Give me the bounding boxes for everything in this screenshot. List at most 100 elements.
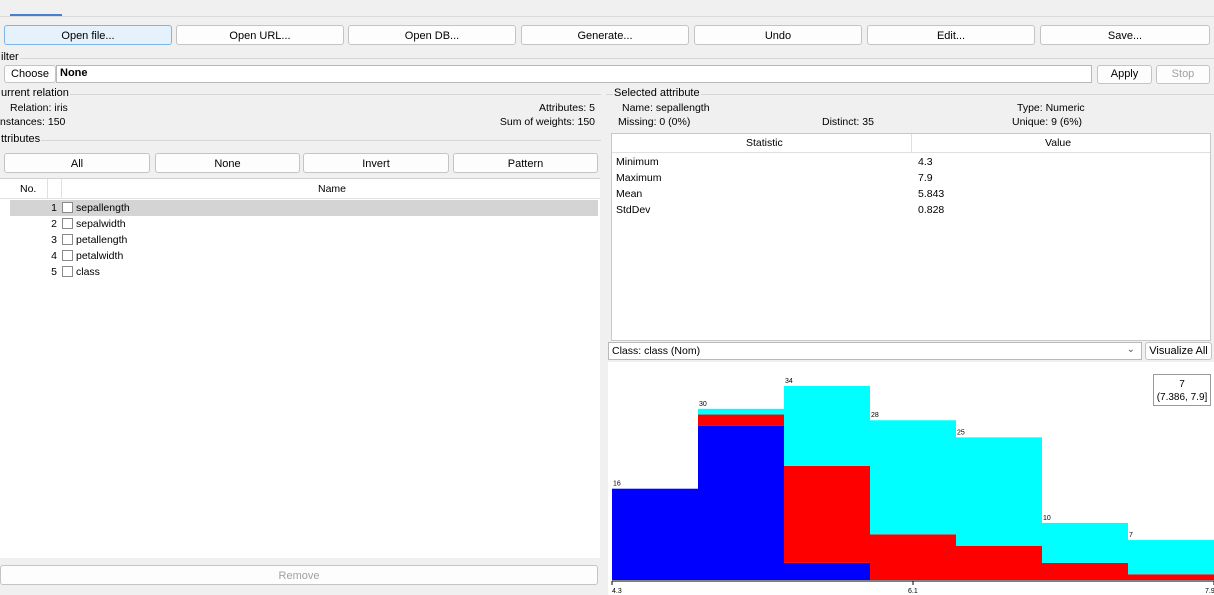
attr-missing-label: Missing: 0 (0%) — [618, 116, 691, 128]
bar-count-label: 16 — [613, 481, 621, 488]
attribute-name: class — [76, 266, 100, 278]
attribute-checkbox[interactable] — [62, 250, 73, 261]
x-axis-tick-label: 4.3 — [612, 588, 622, 595]
save-button[interactable]: Save... — [1040, 25, 1210, 45]
visualize-all-button[interactable]: Visualize All — [1145, 342, 1212, 360]
attribute-no: 3 — [51, 234, 57, 246]
edit-button[interactable]: Edit... — [867, 25, 1035, 45]
attribute-name: sepallength — [76, 202, 130, 214]
attribute-checkbox[interactable] — [62, 218, 73, 229]
bar-count-label: 25 — [957, 429, 965, 436]
attribute-row[interactable]: 5 class — [10, 264, 598, 280]
attributes-table-header: No. Name — [0, 179, 600, 199]
stat-row: StdDev 0.828 — [616, 202, 1214, 218]
bar-count-label: 34 — [785, 378, 793, 385]
attribute-checkbox[interactable] — [62, 202, 73, 213]
histogram-bar-segment — [956, 545, 1042, 580]
header-divider-1 — [47, 179, 48, 199]
header-divider-2 — [61, 179, 62, 199]
attributes-group-line — [0, 140, 601, 141]
bar-count-label: 28 — [871, 412, 879, 419]
histogram-bar-segment — [1128, 540, 1214, 575]
attribute-no: 4 — [51, 250, 57, 262]
attribute-entry: class — [60, 264, 100, 280]
stat-name: Maximum — [616, 172, 662, 184]
stat-row: Minimum 4.3 — [616, 154, 1214, 170]
tooltip-count: 7 — [1179, 379, 1185, 390]
histogram-bar-segment — [956, 437, 1042, 546]
select-none-button[interactable]: None — [155, 153, 300, 173]
statistic-col-header[interactable]: Statistic — [746, 137, 783, 149]
open-file-button[interactable]: Open file... — [4, 25, 172, 45]
histogram-bar-segment — [698, 425, 784, 580]
stat-value: 0.828 — [918, 204, 945, 216]
stat-row: Maximum 7.9 — [616, 170, 1214, 186]
attr-distinct-label: Distinct: 35 — [822, 116, 874, 128]
attribute-name: petalwidth — [76, 250, 124, 262]
col-no-header[interactable]: No. — [20, 183, 36, 195]
pattern-button[interactable]: Pattern — [453, 153, 598, 173]
selected-attribute-legend: Selected attribute — [613, 87, 701, 99]
filter-group-line — [0, 58, 1214, 59]
histogram-bar-segment — [1042, 562, 1128, 580]
attribute-name: sepalwidth — [76, 218, 126, 230]
attribute-entry: petallength — [60, 232, 127, 248]
choose-button[interactable]: Choose — [4, 65, 56, 83]
class-select-value: Class: class (Nom) — [612, 345, 701, 357]
invert-button[interactable]: Invert — [303, 153, 449, 173]
stat-name: StdDev — [616, 204, 651, 216]
histogram-panel: 16 30 34 28 25 10 7 4.3 6.1 7.9 7 (7.386, 7.9] — [608, 362, 1214, 595]
histogram-bar-segment — [784, 465, 870, 563]
class-select[interactable]: Class: class (Nom) ⌄ — [608, 342, 1142, 360]
tab-strip-border — [0, 16, 1214, 17]
bar-count-label: 10 — [1043, 515, 1051, 522]
statistics-table: Statistic Value Minimum 4.3 Maximum 7.9 … — [611, 133, 1211, 341]
undo-button[interactable]: Undo — [694, 25, 862, 45]
histogram-bar-segment — [612, 488, 698, 580]
histogram-chart: 16 30 34 28 25 10 7 4.3 6.1 7.9 — [611, 378, 1214, 595]
x-axis-tick-label: 7.9 — [1205, 588, 1214, 595]
attribute-no: 1 — [51, 202, 57, 214]
filter-field[interactable]: None — [56, 65, 1092, 83]
select-all-button[interactable]: All — [4, 153, 150, 173]
attribute-checkbox[interactable] — [62, 234, 73, 245]
stat-row: Mean 5.843 — [616, 186, 1214, 202]
open-url-button[interactable]: Open URL... — [176, 25, 344, 45]
instances-label: nstances: 150 — [0, 116, 66, 128]
stop-button[interactable]: Stop — [1156, 65, 1210, 84]
relation-label: Relation: iris — [10, 102, 68, 114]
apply-button[interactable]: Apply — [1097, 65, 1152, 84]
filter-value: None — [60, 67, 88, 79]
stats-header-divider — [911, 134, 912, 153]
attribute-row[interactable]: 3 petallength — [10, 232, 598, 248]
chevron-down-icon: ⌄ — [1126, 344, 1135, 355]
attributes-legend: ttributes — [0, 133, 42, 145]
attribute-entry: sepalwidth — [60, 216, 126, 232]
attribute-row[interactable]: 1 sepallength — [10, 200, 598, 216]
stat-name: Mean — [616, 188, 643, 200]
attr-name-label: Name: sepallength — [622, 102, 710, 114]
histogram-bar-segment — [870, 534, 956, 580]
value-col-header[interactable]: Value — [1045, 137, 1071, 149]
stat-value: 7.9 — [918, 172, 933, 184]
attribute-name: petallength — [76, 234, 128, 246]
remove-button[interactable]: Remove — [0, 565, 598, 585]
attribute-entry: petalwidth — [60, 248, 123, 264]
filter-legend: ilter — [0, 51, 20, 63]
histogram-bar-segment — [870, 420, 956, 535]
attribute-checkbox[interactable] — [62, 266, 73, 277]
attr-unique-label: Unique: 9 (6%) — [1012, 116, 1083, 128]
open-db-button[interactable]: Open DB... — [348, 25, 516, 45]
attribute-row[interactable]: 2 sepalwidth — [10, 216, 598, 232]
x-axis-tick-label: 6.1 — [908, 588, 918, 595]
stat-value: 5.843 — [918, 188, 945, 200]
stat-name: Minimum — [616, 156, 659, 168]
histogram-bar-segment — [1128, 574, 1214, 580]
attributes-count-label: Attributes: 5 — [538, 102, 595, 114]
histogram-bar-segment — [1042, 522, 1128, 563]
attribute-row[interactable]: 4 petalwidth — [10, 248, 598, 264]
attribute-no: 5 — [51, 266, 57, 278]
col-name-header[interactable]: Name — [318, 183, 346, 195]
generate-button[interactable]: Generate... — [521, 25, 689, 45]
statistics-header: Statistic Value — [612, 134, 1210, 153]
